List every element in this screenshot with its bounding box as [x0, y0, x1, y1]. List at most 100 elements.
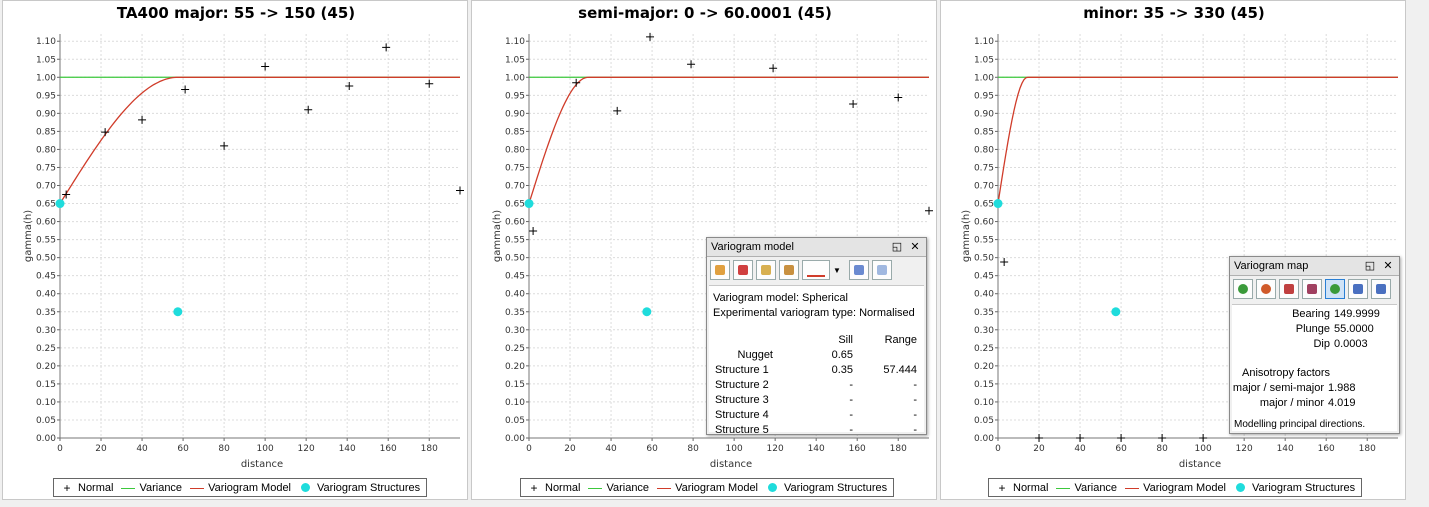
y-tick-label: 0.10 — [974, 398, 994, 408]
y-tick-label: 0.05 — [36, 416, 56, 426]
x-tick-label: 0 — [995, 444, 1001, 454]
y-tick-label: 1.10 — [505, 37, 525, 47]
normal-point — [1000, 257, 1009, 266]
view-3d-icon[interactable] — [1348, 279, 1368, 299]
view-3d-alt-icon[interactable] — [1371, 279, 1391, 299]
y-tick-label: 0.75 — [36, 163, 56, 173]
chart-title: semi-major: 0 -> 60.0001 (45) — [578, 4, 832, 22]
model-curve-icon[interactable] — [802, 260, 830, 280]
y-tick-label: 0.70 — [974, 182, 994, 192]
variogram-map-window[interactable]: Variogram map ◱ ✕ Bearing 149.9999 Plung… — [1229, 256, 1400, 434]
x-tick-label: 100 — [257, 444, 274, 454]
y-tick-label: 0.45 — [974, 272, 994, 282]
y-tick-label: 0.20 — [36, 362, 56, 372]
y-axis-label: gamma(h) — [492, 210, 503, 262]
y-tick-label: 0.75 — [974, 163, 994, 173]
x-tick-label: 80 — [218, 444, 230, 454]
copy-structure-icon[interactable] — [756, 260, 776, 280]
rotate-direction-icon[interactable] — [1256, 279, 1276, 299]
y-axis-label: gamma(h) — [23, 210, 34, 262]
x-tick-label: 60 — [646, 444, 658, 454]
window-titlebar[interactable]: Variogram map ◱ ✕ — [1230, 257, 1399, 276]
table-row[interactable]: Structure 1 0.35 57.444 — [715, 362, 917, 377]
chart-legend: + Normal Variance Variogram Model Variogr… — [53, 478, 428, 497]
y-tick-label: 0.90 — [36, 109, 56, 119]
paste-structure-icon[interactable] — [779, 260, 799, 280]
close-icon[interactable]: ✕ — [908, 240, 922, 254]
axis-move-icon[interactable] — [1279, 279, 1299, 299]
table-row[interactable]: Nugget 0.65 — [715, 347, 917, 362]
structure-point — [55, 199, 65, 209]
table-row[interactable]: Structure 2 - - — [715, 377, 917, 392]
legend-item-structures: Variogram Structures — [1234, 482, 1355, 494]
x-tick-label: 80 — [687, 444, 699, 454]
table-row[interactable]: Structure 5 - - — [715, 422, 917, 437]
dip-label: Dip — [1313, 338, 1330, 350]
variogram-model-window[interactable]: Variogram model ◱ ✕ ▼ Variogram model: S… — [706, 237, 927, 437]
y-tick-label: 0.35 — [974, 308, 994, 318]
normal-point — [529, 226, 538, 235]
variogram-map-body: Bearing 149.9999 Plunge 55.0000 Dip 0.00… — [1232, 304, 1397, 431]
y-tick-label: 0.00 — [974, 434, 994, 444]
delete-structure-icon[interactable] — [733, 260, 753, 280]
legend-item-structures: Variogram Structures — [766, 482, 887, 494]
chevron-down-icon[interactable]: ▼ — [833, 266, 841, 275]
structure-point — [524, 199, 534, 209]
restore-icon[interactable]: ◱ — [1363, 259, 1377, 273]
y-tick-label: 1.10 — [974, 37, 994, 47]
y-tick-label: 0.95 — [974, 91, 994, 101]
y-tick-label: 0.45 — [36, 272, 56, 282]
y-tick-label: 0.85 — [505, 127, 525, 137]
y-tick-label: 0.85 — [974, 127, 994, 137]
table-row[interactable]: Structure 4 - - — [715, 407, 917, 422]
bearing-value: 149.9999 — [1334, 308, 1380, 320]
principal-directions-icon[interactable] — [1325, 279, 1345, 299]
x-tick-label: 40 — [605, 444, 617, 454]
direction-green-icon[interactable] — [1233, 279, 1253, 299]
close-icon[interactable]: ✕ — [1381, 259, 1395, 273]
y-tick-label: 0.55 — [505, 236, 525, 246]
legend-item-variance: Variance — [588, 482, 649, 494]
window-title: Variogram map — [1234, 260, 1309, 272]
y-tick-label: 0.35 — [505, 308, 525, 318]
list-settings-icon[interactable] — [848, 260, 869, 280]
variogram-map-toolbar — [1230, 276, 1399, 302]
table-row[interactable]: Structure 3 - - — [715, 392, 917, 407]
column-header-range: Range — [884, 333, 917, 346]
y-tick-label: 0.25 — [974, 344, 994, 354]
x-tick-label: 80 — [1156, 444, 1168, 454]
y-tick-label: 1.00 — [36, 73, 56, 83]
normal-point — [925, 206, 933, 215]
legend-item-variance: Variance — [1056, 482, 1117, 494]
window-titlebar[interactable]: Variogram model ◱ ✕ — [707, 238, 926, 257]
legend-item-model: Variogram Model — [190, 482, 291, 494]
y-tick-label: 0.90 — [974, 109, 994, 119]
y-tick-label: 0.05 — [974, 416, 994, 426]
y-tick-label: 0.40 — [36, 290, 56, 300]
restore-icon[interactable]: ◱ — [890, 240, 904, 254]
x-axis-label: distance — [241, 459, 283, 470]
legend-item-variance: Variance — [121, 482, 182, 494]
y-tick-label: 1.10 — [36, 37, 56, 47]
y-tick-label: 1.00 — [505, 73, 525, 83]
semi-major-ratio-value: 1.988 — [1328, 382, 1356, 394]
dip-value: 0.0003 — [1334, 338, 1368, 350]
normal-point — [572, 78, 581, 87]
variogram-model-toolbar: ▼ — [707, 257, 926, 283]
y-tick-label: 0.65 — [36, 200, 56, 210]
y-tick-label: 0.50 — [505, 254, 525, 264]
chart-settings-icon[interactable] — [871, 260, 892, 280]
y-tick-label: 0.60 — [974, 218, 994, 228]
y-tick-label: 0.05 — [505, 416, 525, 426]
structure-point — [993, 199, 1003, 209]
normal-point — [181, 85, 190, 94]
add-structure-icon[interactable] — [710, 260, 730, 280]
x-tick-label: 180 — [890, 444, 907, 454]
minor-ratio-value: 4.019 — [1328, 397, 1356, 409]
y-tick-label: 0.15 — [505, 380, 525, 390]
y-tick-label: 0.90 — [505, 109, 525, 119]
plunge-label: Plunge — [1295, 323, 1330, 335]
y-tick-label: 0.15 — [974, 380, 994, 390]
y-tick-label: 1.05 — [36, 55, 56, 65]
axis-rotate-icon[interactable] — [1302, 279, 1322, 299]
